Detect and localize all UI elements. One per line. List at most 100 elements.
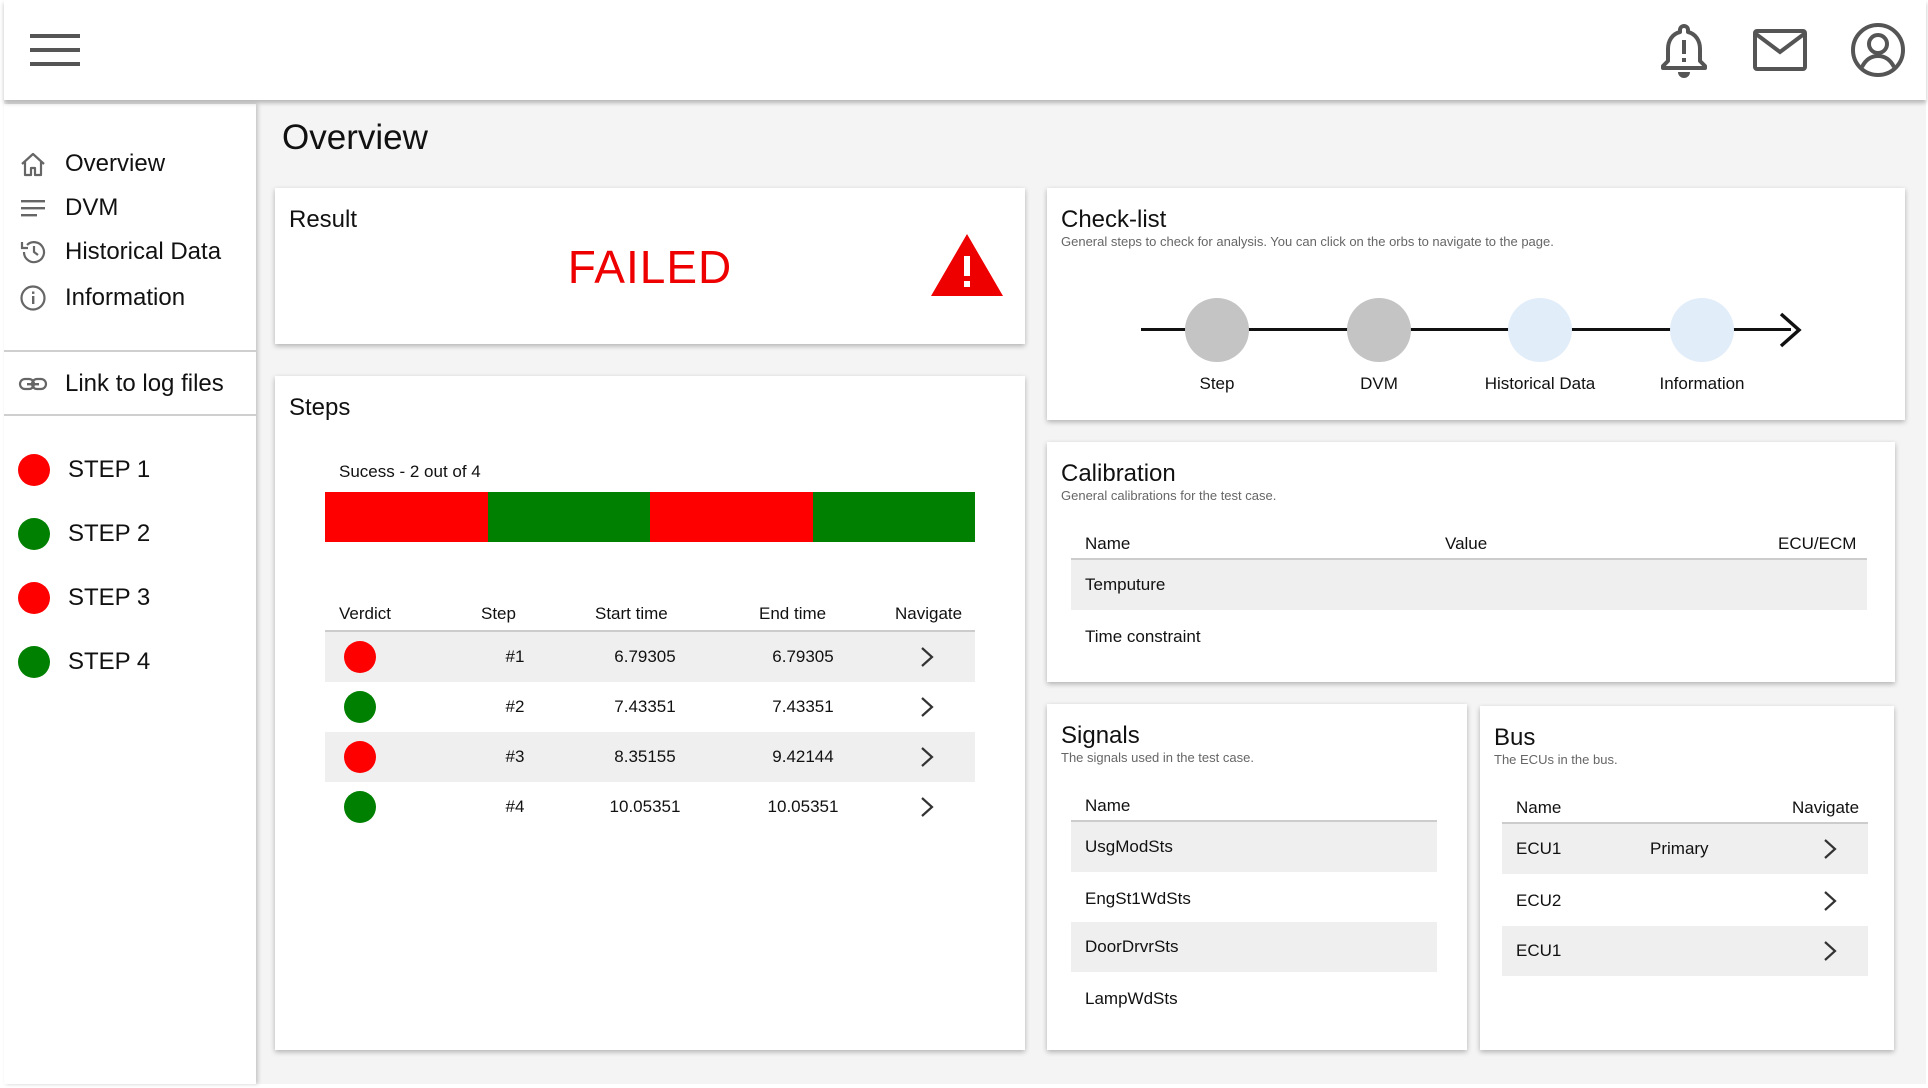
verdict-dot <box>344 691 376 723</box>
info-icon <box>20 285 46 311</box>
sidebar-step-label: STEP 2 <box>68 520 151 547</box>
link-icon <box>18 377 48 391</box>
hamburger-menu-icon[interactable] <box>30 32 80 68</box>
table-row: ECU2 <box>1502 876 1868 926</box>
column-header-end-time: End time <box>759 604 827 623</box>
verdict-dot <box>344 741 376 773</box>
sidebar-step-4[interactable]: STEP 4 <box>4 640 256 684</box>
chevron-right-icon[interactable] <box>917 745 937 769</box>
sidebar-step-label: STEP 1 <box>68 456 151 483</box>
signal-name: LampWdSts <box>1085 989 1178 1008</box>
chevron-right-icon[interactable] <box>917 645 937 669</box>
ecu-name: ECU1 <box>1516 941 1562 960</box>
chevron-right-icon[interactable] <box>1820 837 1840 861</box>
result-card: Result FAILED <box>275 188 1025 344</box>
progress-segment-passed <box>812 492 975 542</box>
table-row: DoorDrvrSts <box>1071 922 1437 972</box>
steps-card: Steps Sucess - 2 out of 4 Verdict Step S… <box>275 376 1025 1050</box>
signal-name: UsgModSts <box>1085 837 1173 856</box>
end-time: 10.05351 <box>767 797 839 816</box>
column-header-value: Value <box>1445 534 1488 553</box>
column-header-start-time: Start time <box>595 604 668 623</box>
sidebar-divider <box>4 414 256 416</box>
bus-card: Bus The ECUs in the bus. Name Navigate E… <box>1480 706 1894 1050</box>
sidebar-item-information[interactable]: Information <box>4 278 256 318</box>
chevron-right-icon[interactable] <box>1820 939 1840 963</box>
sidebar-step-label: STEP 3 <box>68 584 151 611</box>
top-bar <box>4 0 1926 100</box>
end-time: 9.42144 <box>772 747 834 766</box>
app-frame: Overview DVM Historical Data Information… <box>4 0 1926 1084</box>
page-title: Overview <box>282 118 428 157</box>
ecu-name: ECU1 <box>1516 839 1562 858</box>
table-row: LampWdSts <box>1071 974 1437 1024</box>
result-title: Result <box>289 206 358 233</box>
signals-title: Signals <box>1061 722 1140 749</box>
signals-subtitle: The signals used in the test case. <box>1061 750 1254 765</box>
sidebar-item-dvm[interactable]: DVM <box>4 188 256 228</box>
lines-icon <box>21 200 45 217</box>
progress-label: Sucess - 2 out of 4 <box>339 462 481 481</box>
bus-title: Bus <box>1494 724 1536 751</box>
checklist-card: Check-list General steps to check for an… <box>1047 188 1905 420</box>
sidebar: Overview DVM Historical Data Information… <box>4 104 256 1084</box>
account-icon[interactable] <box>1848 20 1908 80</box>
progress-segment-failed <box>650 492 813 542</box>
table-row: Time constraint <box>1071 612 1867 662</box>
sidebar-divider <box>4 350 256 352</box>
progress-segment-failed <box>325 492 488 542</box>
orb-label: Step <box>1199 374 1235 393</box>
sidebar-step-3[interactable]: STEP 3 <box>4 576 256 620</box>
step-number: #4 <box>505 797 525 816</box>
calibration-title: Calibration <box>1061 460 1176 487</box>
end-time: 7.43351 <box>772 697 834 716</box>
sidebar-item-overview[interactable]: Overview <box>4 144 256 184</box>
sidebar-link-log-files[interactable]: Link to log files <box>4 364 256 404</box>
checklist-subtitle: General steps to check for analysis. You… <box>1061 234 1554 249</box>
table-row: ECU1 <box>1502 926 1868 976</box>
arrow-right-icon <box>1779 312 1802 348</box>
step-status-dot <box>18 582 50 614</box>
calibration-card: Calibration General calibrations for the… <box>1047 442 1895 682</box>
sidebar-item-label: Information <box>65 284 186 311</box>
sidebar-step-2[interactable]: STEP 2 <box>4 512 256 556</box>
sidebar-item-historical-data[interactable]: Historical Data <box>4 232 256 272</box>
sidebar-item-label: Historical Data <box>65 238 222 265</box>
column-header-name: Name <box>1516 798 1562 817</box>
bell-alert-icon[interactable] <box>1654 20 1714 80</box>
chevron-right-icon[interactable] <box>917 795 937 819</box>
calibration-name: Temputure <box>1085 575 1166 594</box>
verdict-dot <box>344 791 376 823</box>
bus-subtitle: The ECUs in the bus. <box>1494 752 1618 767</box>
orb-dvm[interactable] <box>1347 298 1411 362</box>
chevron-right-icon[interactable] <box>917 695 937 719</box>
signal-name: EngSt1WdSts <box>1085 889 1191 908</box>
table-row: #4 10.05351 10.05351 <box>325 782 975 832</box>
orb-label: Historical Data <box>1484 374 1596 393</box>
start-time: 7.43351 <box>614 697 676 716</box>
chevron-right-icon[interactable] <box>1820 889 1840 913</box>
step-number: #3 <box>505 747 525 766</box>
ecu-role: Primary <box>1650 839 1709 858</box>
mail-icon[interactable] <box>1750 20 1810 80</box>
sidebar-item-label: Overview <box>65 150 166 177</box>
start-time: 8.35155 <box>614 747 676 766</box>
table-row: #3 8.35155 9.42144 <box>325 732 975 782</box>
column-header-name: Name <box>1085 796 1131 815</box>
orb-information[interactable] <box>1670 298 1734 362</box>
table-row: #1 6.79305 6.79305 <box>325 632 975 682</box>
column-header-ecu-ecm: ECU/ECM <box>1778 534 1857 553</box>
table-row: #2 7.43351 7.43351 <box>325 682 975 732</box>
progress-segment-passed <box>487 492 650 542</box>
history-icon <box>20 241 46 264</box>
column-header-step: Step <box>481 604 516 623</box>
end-time: 6.79305 <box>772 647 834 666</box>
sidebar-step-1[interactable]: STEP 1 <box>4 448 256 492</box>
step-status-dot <box>18 454 50 486</box>
orb-historical-data[interactable] <box>1508 298 1572 362</box>
result-status: FAILED <box>567 241 733 293</box>
table-row: ECU1 Primary <box>1502 824 1868 874</box>
signal-name: DoorDrvrSts <box>1085 937 1179 956</box>
sidebar-item-label: DVM <box>65 194 119 221</box>
orb-step[interactable] <box>1185 298 1249 362</box>
